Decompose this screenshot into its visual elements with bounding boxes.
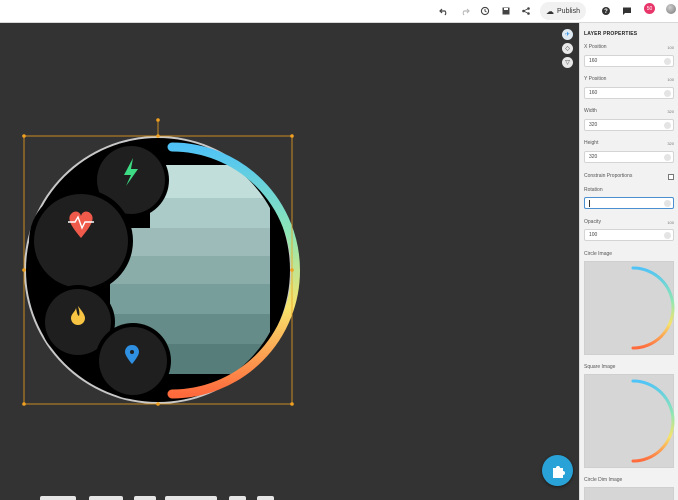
clear-icon[interactable] bbox=[664, 200, 671, 207]
opacity-input[interactable]: 100 bbox=[584, 229, 674, 241]
watch-face-artwork[interactable] bbox=[0, 23, 579, 500]
layers-icon: ▽ bbox=[565, 60, 570, 66]
y-position-unit: 100 bbox=[667, 77, 674, 82]
width-value: 320 bbox=[589, 122, 598, 128]
chat-icon[interactable] bbox=[618, 2, 636, 20]
circle-dim-image-thumbnail[interactable] bbox=[584, 487, 674, 500]
rotate-handle[interactable] bbox=[156, 118, 160, 122]
y-position-value: 160 bbox=[589, 90, 598, 96]
height-unit: 320 bbox=[667, 141, 674, 146]
rotation-input[interactable] bbox=[584, 197, 674, 209]
svg-text:?: ? bbox=[604, 9, 608, 15]
resize-handle[interactable] bbox=[22, 402, 26, 406]
avatar[interactable] bbox=[666, 4, 676, 14]
puzzle-icon bbox=[552, 465, 565, 478]
square-image-label: Square Image bbox=[584, 364, 616, 370]
save-icon[interactable] bbox=[497, 2, 515, 20]
resize-handle[interactable] bbox=[290, 134, 294, 138]
square-image-thumbnail[interactable] bbox=[584, 374, 675, 468]
height-value: 320 bbox=[589, 154, 598, 160]
clear-icon[interactable] bbox=[664, 232, 671, 239]
x-position-input[interactable]: 160 bbox=[584, 55, 674, 67]
cloud-icon: ☁ bbox=[546, 6, 555, 16]
height-label: Height bbox=[584, 140, 599, 146]
opacity-value: 100 bbox=[589, 232, 598, 238]
width-unit: 320 bbox=[667, 109, 674, 114]
complication-heart-rate[interactable] bbox=[34, 194, 128, 288]
width-input[interactable]: 320 bbox=[584, 119, 674, 131]
design-canvas[interactable]: ✈ ◇ ▽ bbox=[0, 23, 579, 500]
compass-tool-button[interactable]: ◇ bbox=[562, 43, 573, 54]
opacity-label: Opacity bbox=[584, 219, 601, 225]
bottom-tab[interactable] bbox=[165, 496, 217, 500]
publish-button[interactable]: ☁ Publish bbox=[540, 2, 586, 20]
resize-handle[interactable] bbox=[156, 402, 160, 406]
pin-tool-button[interactable]: ✈ bbox=[562, 29, 573, 40]
compass-icon: ◇ bbox=[565, 46, 570, 52]
circle-dim-image-label: Circle Dim Image bbox=[584, 477, 623, 483]
top-toolbar: ☁ Publish ? 50 bbox=[0, 0, 678, 23]
text-caret bbox=[589, 199, 590, 207]
clear-icon[interactable] bbox=[664, 154, 671, 161]
x-position-unit: 100 bbox=[667, 45, 674, 50]
bottom-tab[interactable] bbox=[89, 496, 123, 500]
x-position-label: X Position bbox=[584, 44, 607, 50]
resize-handle[interactable] bbox=[290, 402, 294, 406]
share-icon[interactable] bbox=[517, 2, 535, 20]
y-position-input[interactable]: 160 bbox=[584, 87, 674, 99]
pin-icon: ✈ bbox=[564, 32, 571, 38]
layer-properties-panel: LAYER PROPERTIES X Position 100 160 Y Po… bbox=[579, 23, 678, 500]
resize-handle[interactable] bbox=[22, 268, 26, 272]
clear-icon[interactable] bbox=[664, 90, 671, 97]
publish-label: Publish bbox=[557, 7, 580, 15]
opacity-unit: 100 bbox=[667, 220, 674, 225]
clear-icon[interactable] bbox=[664, 58, 671, 65]
help-icon[interactable]: ? bbox=[597, 2, 615, 20]
width-label: Width bbox=[584, 108, 597, 114]
add-layer-fab-button[interactable] bbox=[542, 455, 573, 486]
bottom-tab[interactable] bbox=[257, 496, 274, 500]
clear-icon[interactable] bbox=[664, 122, 671, 129]
notification-badge[interactable]: 50 bbox=[644, 3, 655, 14]
resize-handle[interactable] bbox=[290, 268, 294, 272]
circle-image-label: Circle Image bbox=[584, 251, 613, 257]
resize-handle[interactable] bbox=[22, 134, 26, 138]
rotation-label: Rotation bbox=[584, 187, 603, 193]
redo-icon[interactable] bbox=[456, 2, 474, 20]
panel-title: LAYER PROPERTIES bbox=[584, 31, 638, 37]
constrain-proportions-label: Constrain Proportions bbox=[584, 173, 633, 179]
history-icon[interactable] bbox=[476, 2, 494, 20]
resize-handle[interactable] bbox=[156, 134, 160, 138]
bottom-tab[interactable] bbox=[229, 496, 246, 500]
bottom-tab[interactable] bbox=[40, 496, 76, 500]
layers-tool-button[interactable]: ▽ bbox=[562, 57, 573, 68]
y-position-label: Y Position bbox=[584, 76, 607, 82]
x-position-value: 160 bbox=[589, 58, 598, 64]
circle-image-thumbnail[interactable] bbox=[584, 261, 675, 355]
undo-icon[interactable] bbox=[435, 2, 453, 20]
constrain-proportions-checkbox[interactable] bbox=[668, 174, 674, 180]
bottom-tab[interactable] bbox=[134, 496, 156, 500]
height-input[interactable]: 320 bbox=[584, 151, 674, 163]
